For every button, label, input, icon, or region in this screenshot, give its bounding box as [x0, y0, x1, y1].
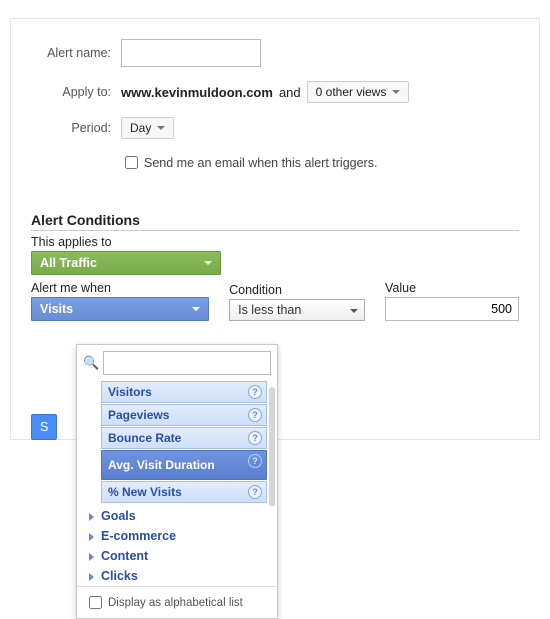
- apply-to-and: and: [279, 85, 301, 100]
- other-views-label: 0 other views: [316, 85, 387, 99]
- metric-list: Visitors? Pageviews? Bounce Rate? Avg. V…: [77, 381, 277, 506]
- chevron-down-icon: [157, 126, 165, 130]
- scrollbar[interactable]: [269, 387, 275, 506]
- search-icon: 🔍: [83, 355, 99, 371]
- send-email-label: Send me an email when this alert trigger…: [144, 156, 377, 170]
- metric-option-bounce-rate[interactable]: Bounce Rate?: [101, 427, 267, 449]
- help-icon[interactable]: ?: [248, 454, 262, 468]
- condition-label: Condition: [229, 283, 365, 297]
- metric-dropdown-panel: 🔍 Visitors? Pageviews? Bounce Rate? Avg.…: [76, 344, 278, 619]
- applies-to-dropdown[interactable]: All Traffic: [31, 251, 221, 275]
- applies-to-label: This applies to: [31, 235, 519, 249]
- help-icon[interactable]: ?: [248, 431, 262, 445]
- metric-category-goals[interactable]: Goals: [77, 506, 277, 526]
- alert-me-when-label: Alert me when: [31, 281, 209, 295]
- applies-to-value: All Traffic: [40, 256, 97, 270]
- divider: [31, 230, 519, 231]
- period-value: Day: [130, 121, 151, 135]
- alert-name-input[interactable]: [121, 39, 261, 67]
- metric-category-ecommerce[interactable]: E-commerce: [77, 526, 277, 546]
- condition-dropdown[interactable]: Is less than: [229, 299, 365, 321]
- value-input[interactable]: [385, 297, 519, 321]
- metric-search-input[interactable]: [103, 351, 271, 375]
- period-label: Period:: [31, 121, 111, 135]
- alert-conditions-heading: Alert Conditions: [31, 212, 519, 228]
- help-icon[interactable]: ?: [248, 408, 262, 422]
- metric-option-visitors[interactable]: Visitors?: [101, 381, 267, 403]
- metric-value: Visits: [40, 302, 73, 316]
- chevron-down-icon: [204, 261, 212, 265]
- metric-category-content[interactable]: Content: [77, 546, 277, 566]
- condition-value: Is less than: [238, 303, 301, 317]
- value-label: Value: [385, 281, 519, 295]
- alphabetical-label: Display as alphabetical list: [108, 597, 243, 609]
- save-button[interactable]: S: [31, 414, 57, 440]
- metric-option-pageviews[interactable]: Pageviews?: [101, 404, 267, 426]
- chevron-down-icon: [392, 90, 400, 94]
- alert-conditions-section: Alert Conditions This applies to All Tra…: [31, 212, 519, 321]
- alert-name-label: Alert name:: [31, 46, 111, 60]
- period-dropdown[interactable]: Day: [121, 117, 174, 139]
- apply-to-label: Apply to:: [31, 85, 111, 99]
- help-icon[interactable]: ?: [248, 485, 262, 499]
- metric-category-clicks[interactable]: Clicks: [77, 566, 277, 586]
- help-icon[interactable]: ?: [248, 385, 262, 399]
- metric-option-pct-new-visits[interactable]: % New Visits?: [101, 481, 267, 503]
- other-views-dropdown[interactable]: 0 other views: [307, 81, 410, 103]
- apply-to-domain: www.kevinmuldoon.com: [121, 85, 273, 100]
- metric-dropdown[interactable]: Visits: [31, 297, 209, 321]
- alphabetical-checkbox[interactable]: [89, 596, 102, 609]
- metric-option-avg-visit-duration[interactable]: Avg. Visit Duration?: [101, 450, 267, 480]
- send-email-checkbox[interactable]: [125, 156, 138, 169]
- chevron-down-icon: [350, 309, 358, 313]
- chevron-down-icon: [192, 307, 200, 311]
